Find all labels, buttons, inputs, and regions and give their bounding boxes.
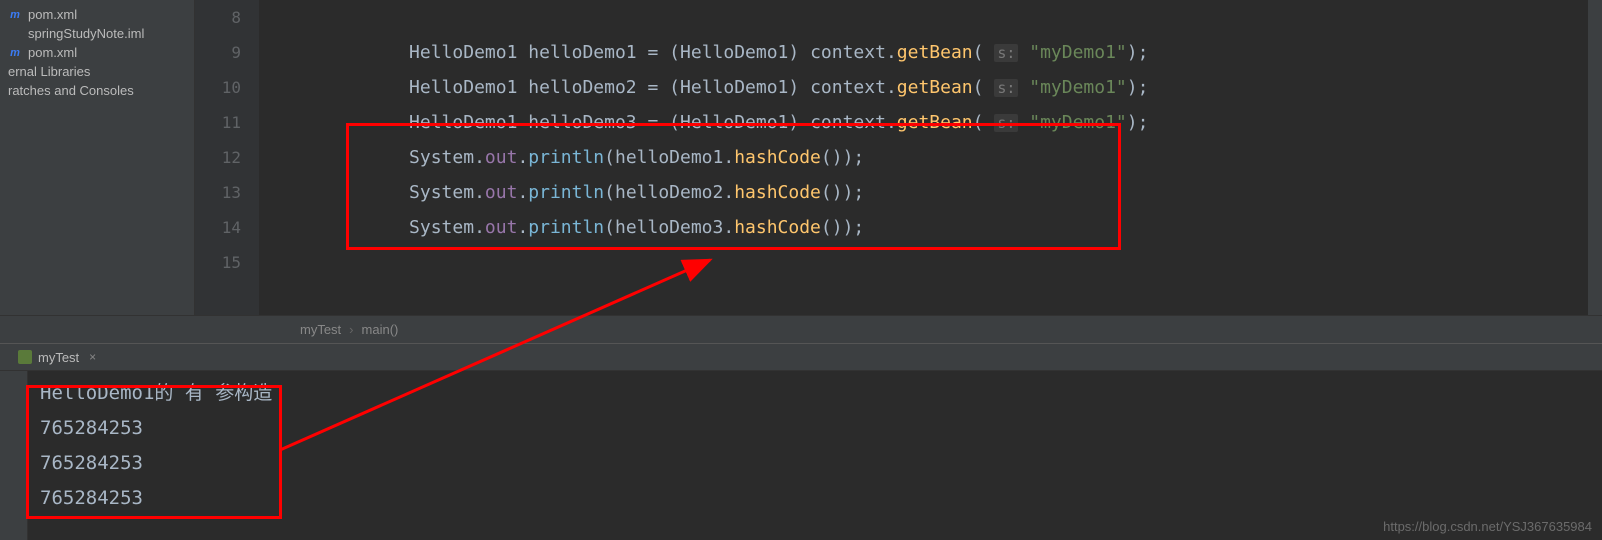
code-line (279, 0, 1602, 35)
tree-item-label: pom.xml (28, 7, 77, 22)
line-number: 9 (195, 35, 241, 70)
code-line: HelloDemo1 helloDemo1 = (HelloDemo1) con… (279, 35, 1602, 70)
console-panel: myTest × HelloDemo1的 有 参构造 765284253 765… (0, 343, 1602, 540)
line-number: 11 (195, 105, 241, 140)
tree-item-libraries[interactable]: ernal Libraries (0, 62, 194, 81)
line-number: 14 (195, 210, 241, 245)
console-tab-label: myTest (38, 350, 79, 365)
line-number: 8 (195, 0, 241, 35)
line-number: 10 (195, 70, 241, 105)
code-line (279, 245, 1602, 280)
console-line: 765284253 (40, 446, 1592, 481)
code-content[interactable]: HelloDemo1 helloDemo1 = (HelloDemo1) con… (259, 0, 1602, 315)
console-line: HelloDemo1的 有 参构造 (40, 376, 1592, 411)
close-icon[interactable]: × (89, 350, 96, 364)
console-line: 765284253 (40, 411, 1592, 446)
code-line: System.out.println(helloDemo3.hashCode()… (279, 210, 1602, 245)
tree-item-label: pom.xml (28, 45, 77, 60)
console-output[interactable]: HelloDemo1的 有 参构造 765284253 765284253 76… (0, 371, 1602, 540)
run-config-icon (18, 350, 32, 364)
line-number: 12 (195, 140, 241, 175)
project-tree: m pom.xml springStudyNote.iml m pom.xml … (0, 0, 195, 315)
console-toolbar (0, 371, 28, 540)
maven-icon: m (8, 8, 22, 22)
code-line: System.out.println(helloDemo2.hashCode()… (279, 175, 1602, 210)
tree-item-pom[interactable]: m pom.xml (0, 5, 194, 24)
console-tabs: myTest × (0, 343, 1602, 371)
console-tab-mytest[interactable]: myTest × (10, 350, 104, 365)
line-gutter: 8 9 10 11 12 13 14 15 (195, 0, 259, 315)
tree-item-label: springStudyNote.iml (28, 26, 144, 41)
maven-icon: m (8, 46, 22, 60)
line-number: 15 (195, 245, 241, 280)
chevron-right-icon: › (349, 322, 353, 337)
vertical-scrollbar[interactable] (1588, 0, 1602, 315)
code-editor[interactable]: 8 9 10 11 12 13 14 15 HelloDemo1 helloDe… (195, 0, 1602, 315)
breadcrumb-class[interactable]: myTest (300, 322, 341, 337)
line-number: 13 (195, 175, 241, 210)
code-line: HelloDemo1 helloDemo2 = (HelloDemo1) con… (279, 70, 1602, 105)
code-line: System.out.println(helloDemo1.hashCode()… (279, 140, 1602, 175)
tree-item-pom2[interactable]: m pom.xml (0, 43, 194, 62)
watermark: https://blog.csdn.net/YSJ367635984 (1383, 519, 1592, 534)
code-line: HelloDemo1 helloDemo3 = (HelloDemo1) con… (279, 105, 1602, 140)
tree-item-label: ratches and Consoles (8, 83, 134, 98)
breadcrumb-method[interactable]: main() (362, 322, 399, 337)
console-line: 765284253 (40, 481, 1592, 516)
tree-item-iml[interactable]: springStudyNote.iml (0, 24, 194, 43)
breadcrumb: myTest › main() (0, 315, 1602, 343)
tree-item-scratches[interactable]: ratches and Consoles (0, 81, 194, 100)
file-icon (8, 27, 22, 41)
tree-item-label: ernal Libraries (8, 64, 90, 79)
